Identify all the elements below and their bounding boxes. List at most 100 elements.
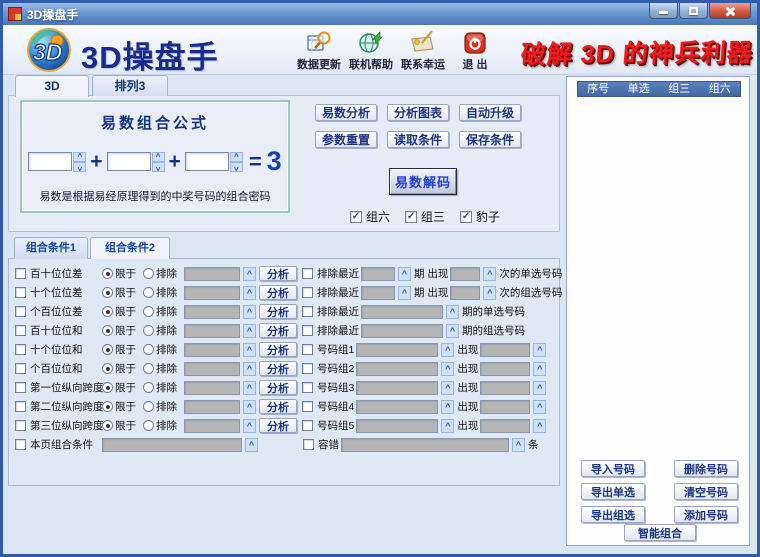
number-group-input[interactable] (356, 343, 438, 357)
spin-up-button[interactable]: ^ (243, 267, 256, 281)
analyze-button[interactable]: 分析 (259, 361, 297, 376)
cond-left-checkbox[interactable] (15, 325, 26, 336)
spin-up-button[interactable]: ^ (483, 286, 496, 300)
cond-left-checkbox[interactable] (15, 420, 26, 431)
checkbox-zuliu[interactable]: ✓ 组六 (350, 208, 390, 225)
radio-limit[interactable] (102, 363, 113, 374)
analyze-button[interactable]: 分析 (259, 285, 297, 300)
radio-limit[interactable] (102, 325, 113, 336)
spin-up-button[interactable]: ^ (446, 305, 459, 319)
add-numbers-button[interactable]: 添加号码 (674, 506, 738, 523)
spin-up-button[interactable]: ^ (533, 362, 546, 376)
radio-limit[interactable] (102, 382, 113, 393)
cond-left-input[interactable] (184, 286, 240, 300)
spin-up-button[interactable]: ^ (243, 419, 256, 433)
occur-times-input[interactable] (480, 419, 530, 433)
occur-times-input[interactable] (450, 267, 480, 281)
online-help-button[interactable]: 联机帮助 (345, 28, 397, 72)
spin-up-button[interactable]: ^ (243, 400, 256, 414)
analyze-button[interactable]: 分析 (259, 342, 297, 357)
analyze-button[interactable]: 分析 (259, 323, 297, 338)
cond-right-checkbox[interactable] (302, 420, 313, 431)
formula-spinner-3[interactable]: ^^ (230, 152, 243, 172)
smart-combine-button[interactable]: 智能组合 (624, 524, 696, 541)
cond-right-checkbox[interactable] (302, 401, 313, 412)
checkbox[interactable]: ✓ (405, 211, 417, 223)
cond-left-input[interactable] (184, 419, 240, 433)
tolerance-input[interactable] (341, 438, 509, 452)
analyze-button[interactable]: 分析 (259, 418, 297, 433)
export-zuxuan-button[interactable]: 导出组选 (581, 506, 645, 523)
spin-up-button[interactable]: ^ (245, 438, 258, 452)
formula-input-2[interactable] (107, 152, 151, 171)
tab-3d[interactable]: 3D (15, 75, 89, 97)
cond-left-input[interactable] (184, 400, 240, 414)
radio-exclude[interactable] (143, 325, 154, 336)
tab-condition-1[interactable]: 组合条件1 (14, 237, 88, 259)
radio-limit[interactable] (102, 420, 113, 431)
number-group-input[interactable] (356, 419, 438, 433)
analyze-button[interactable]: 分析 (259, 304, 297, 319)
spin-up-button[interactable]: ^ (243, 343, 256, 357)
export-danxuan-button[interactable]: 导出单选 (581, 483, 645, 500)
formula-spinner-1[interactable]: ^^ (73, 152, 86, 172)
occur-times-input[interactable] (480, 400, 530, 414)
param-reset-button[interactable]: 参数重置 (315, 131, 377, 148)
spin-up-button[interactable]: ^ (243, 324, 256, 338)
radio-exclude[interactable] (143, 382, 154, 393)
contact-lucky-button[interactable]: 联系幸运 (397, 28, 449, 72)
cond-left-checkbox[interactable] (15, 382, 26, 393)
recent-periods-input[interactable] (361, 267, 395, 281)
radio-limit[interactable] (102, 306, 113, 317)
radio-exclude[interactable] (143, 420, 154, 431)
radio-limit[interactable] (102, 344, 113, 355)
spin-up-button[interactable]: ^ (483, 267, 496, 281)
number-list[interactable] (577, 99, 741, 453)
cond-left-checkbox[interactable] (15, 363, 26, 374)
occur-times-input[interactable] (480, 362, 530, 376)
spin-up-button[interactable]: ^ (512, 438, 525, 452)
spin-up-button[interactable]: ^ (441, 419, 454, 433)
close-button[interactable] (709, 3, 751, 19)
cond-left-input[interactable] (184, 362, 240, 376)
cond-left-input[interactable] (184, 324, 240, 338)
radio-exclude[interactable] (143, 287, 154, 298)
spin-up-button[interactable]: ^ (243, 286, 256, 300)
cond-left-input[interactable] (184, 381, 240, 395)
recent-periods-input[interactable] (361, 324, 443, 338)
number-group-input[interactable] (356, 400, 438, 414)
cond-right-checkbox[interactable] (302, 363, 313, 374)
radio-limit[interactable] (102, 287, 113, 298)
spin-up-button[interactable]: ^ (533, 419, 546, 433)
spin-up-button[interactable]: ^ (441, 400, 454, 414)
checkbox[interactable]: ✓ (350, 211, 362, 223)
cond-left-input[interactable] (184, 267, 240, 281)
load-condition-button[interactable]: 读取条件 (387, 131, 449, 148)
analyze-button[interactable]: 分析 (259, 399, 297, 414)
cond-right-checkbox[interactable] (302, 344, 313, 355)
cond-left-input[interactable] (184, 305, 240, 319)
spin-up-button[interactable]: ^ (533, 381, 546, 395)
cond-right-checkbox[interactable] (302, 325, 313, 336)
radio-exclude[interactable] (143, 344, 154, 355)
cond-right-checkbox[interactable] (303, 439, 314, 450)
cond-left-checkbox[interactable] (15, 344, 26, 355)
import-numbers-button[interactable]: 导入号码 (581, 460, 645, 477)
page-condition-input[interactable] (102, 438, 242, 452)
clear-numbers-button[interactable]: 清空号码 (674, 483, 738, 500)
cond-left-checkbox[interactable] (15, 439, 26, 450)
save-condition-button[interactable]: 保存条件 (459, 131, 521, 148)
spin-up-button[interactable]: ^ (446, 324, 459, 338)
formula-spinner-2[interactable]: ^^ (152, 152, 165, 172)
formula-input-3[interactable] (185, 152, 229, 171)
spin-up-button[interactable]: ^ (441, 381, 454, 395)
cond-right-checkbox[interactable] (302, 287, 313, 298)
formula-input-1[interactable] (28, 152, 72, 171)
occur-times-input[interactable] (480, 343, 530, 357)
radio-exclude[interactable] (143, 401, 154, 412)
delete-numbers-button[interactable]: 删除号码 (674, 460, 738, 477)
radio-limit[interactable] (102, 401, 113, 412)
checkbox[interactable]: ✓ (460, 211, 472, 223)
cond-left-input[interactable] (184, 343, 240, 357)
tab-condition-2[interactable]: 组合条件2 (90, 237, 170, 259)
